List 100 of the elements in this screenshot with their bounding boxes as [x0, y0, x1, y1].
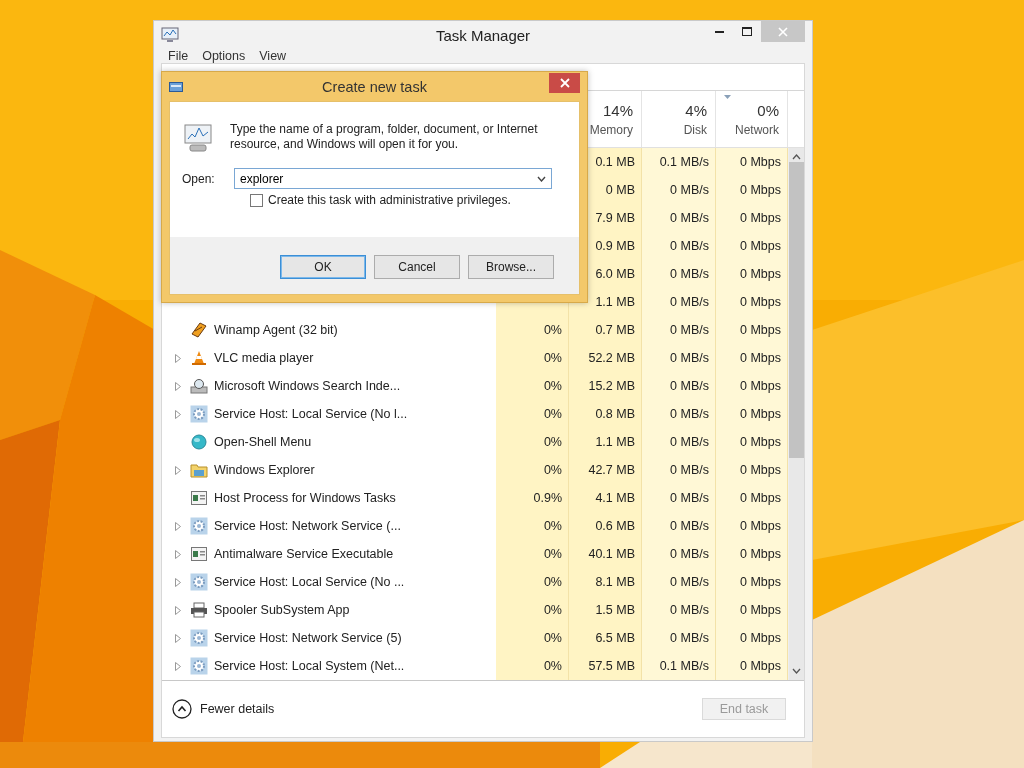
table-cell: 0 Mbps [716, 484, 788, 512]
table-cell: 0 Mbps [716, 232, 788, 260]
close-icon [778, 26, 788, 37]
table-cell: 4.1 MB [569, 484, 642, 512]
expand-arrow-icon[interactable] [175, 353, 181, 363]
table-cell: 0 MB/s [642, 428, 716, 456]
table-cell: 0.7 MB [569, 316, 642, 344]
table-cell: 0 MB/s [642, 540, 716, 568]
table-cell: 0 Mbps [716, 204, 788, 232]
table-cell: 0 Mbps [716, 456, 788, 484]
process-name: Service Host: Local System (Net... [214, 659, 405, 673]
expand-arrow-icon[interactable] [175, 633, 181, 643]
table-cell: 0 Mbps [716, 344, 788, 372]
process-name: Service Host: Local Service (No ... [214, 575, 405, 589]
column-label: Network [735, 122, 779, 137]
process-name: Antimalware Service Executable [214, 547, 394, 561]
process-name: Windows Explorer [214, 463, 315, 477]
column-percent: 0% [757, 101, 779, 119]
open-input-field[interactable]: explorer [234, 168, 552, 189]
collapse-circle-icon [172, 699, 192, 719]
minimize-icon [714, 30, 724, 33]
dialog-title: Create new task [321, 78, 428, 95]
table-cell: 0 Mbps [716, 568, 788, 596]
process-name: Service Host: Network Service (... [214, 519, 401, 533]
table-cell: 0.6 MB [569, 512, 642, 540]
menu-item[interactable]: Options [202, 49, 246, 63]
column-header[interactable]: 0% Network [716, 91, 788, 147]
close-icon [559, 77, 570, 88]
window-title: Task Manager [434, 26, 532, 44]
table-cell: 0 Mbps [716, 400, 788, 428]
table-cell: 0 Mbps [716, 176, 788, 204]
dialog-message: Type the name of a program, folder, document, or Internet resource, and Windows will open it for you. [230, 122, 539, 152]
column-header[interactable]: 4% Disk [642, 91, 716, 147]
table-cell: 0 Mbps [716, 652, 788, 680]
table-cell: 0 MB/s [642, 344, 716, 372]
admin-checkbox[interactable] [250, 193, 263, 207]
table-cell: 0 MB/s [642, 288, 716, 316]
dialog-button[interactable]: Cancel [374, 255, 460, 279]
checkbox-label: Create this task with administrative privileges. [268, 193, 511, 207]
run-icon [169, 81, 183, 92]
process-name: VLC media player [214, 351, 314, 365]
table-cell: 0 Mbps [716, 596, 788, 624]
table-cell: 0 Mbps [716, 316, 788, 344]
table-cell: 0 MB/s [642, 232, 716, 260]
table-cell: 0 Mbps [716, 512, 788, 540]
table-cell: 0 MB/s [642, 260, 716, 288]
table-cell: 42.7 MB [569, 456, 642, 484]
table-cell: 0 MB/s [642, 456, 716, 484]
process-name: Host Process for Windows Tasks [214, 491, 396, 505]
process-name: Spooler SubSystem App [214, 603, 350, 617]
fewer-details-button[interactable]: Fewer details [172, 699, 275, 719]
table-cell: 0 MB/s [642, 596, 716, 624]
expand-arrow-icon[interactable] [175, 409, 181, 419]
process-name: Service Host: Network Service (5) [214, 631, 402, 645]
table-cell: 1.1 MB [569, 428, 642, 456]
scroll-down-icon[interactable] [792, 668, 801, 674]
column-label: Disk [683, 122, 707, 137]
traffic-cone-icon [191, 350, 207, 366]
bolt-icon [190, 322, 208, 338]
globe-icon [191, 434, 207, 450]
table-cell: 6.5 MB [569, 624, 642, 652]
table-cell: 57.5 MB [569, 652, 642, 680]
table-cell: 0.8 MB [569, 400, 642, 428]
menu-item[interactable]: View [259, 49, 287, 63]
scrollbar[interactable] [788, 148, 804, 680]
gear-icon [190, 657, 208, 675]
table-cell: 0 MB/s [642, 484, 716, 512]
table-cell: 8.1 MB [569, 568, 642, 596]
table-cell: 0 MB/s [642, 624, 716, 652]
expand-arrow-icon[interactable] [175, 605, 181, 615]
expand-arrow-icon[interactable] [175, 549, 181, 559]
monitor-icon [182, 122, 214, 154]
dropdown-caret-icon[interactable] [537, 176, 546, 182]
table-cell: 0 Mbps [716, 260, 788, 288]
dialog-button[interactable]: OK [280, 255, 366, 279]
table-cell: 0 MB/s [642, 512, 716, 540]
column-percent: 14% [602, 101, 633, 119]
window-icon [191, 547, 207, 561]
gear-icon [190, 405, 208, 423]
gear-icon [190, 517, 208, 535]
process-name: Winamp Agent (32 bit) [214, 323, 338, 337]
table-cell: 15.2 MB [569, 372, 642, 400]
table-cell: 0 MB/s [642, 204, 716, 232]
expand-arrow-icon[interactable] [175, 381, 181, 391]
table-cell: 0 MB/s [642, 176, 716, 204]
process-name: Microsoft Windows Search Inde... [214, 379, 401, 393]
dialog-button[interactable]: Browse... [468, 255, 554, 279]
maximize-icon [742, 27, 752, 36]
expand-arrow-icon[interactable] [175, 577, 181, 587]
expand-arrow-icon[interactable] [175, 521, 181, 531]
process-name: Service Host: Local Service (No l... [214, 407, 408, 421]
chart-icon [161, 27, 179, 43]
menu-item[interactable]: File [168, 49, 189, 63]
close-button[interactable] [549, 72, 580, 93]
table-cell: 40.1 MB [569, 540, 642, 568]
scroll-up-icon[interactable] [792, 154, 801, 160]
process-name: Open-Shell Menu [214, 435, 312, 449]
expand-arrow-icon[interactable] [175, 465, 181, 475]
expand-arrow-icon[interactable] [175, 661, 181, 671]
table-cell: 0 MB/s [642, 372, 716, 400]
